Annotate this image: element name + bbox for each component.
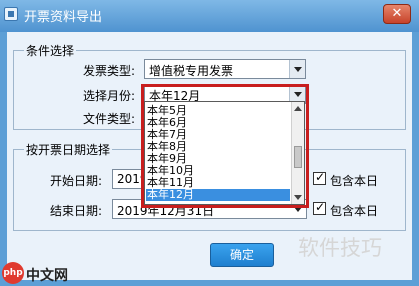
file-type-label: 文件类型: xyxy=(83,112,136,126)
end-date-label: 结束日期: xyxy=(50,204,103,218)
include-today-checkbox-end[interactable] xyxy=(313,200,326,215)
start-date-label: 开始日期: xyxy=(50,174,103,188)
invoice-type-value: 增值税专用发票 xyxy=(149,64,234,78)
chevron-down-icon[interactable] xyxy=(289,60,305,78)
site-logo-text: 中文网 xyxy=(26,268,68,284)
month-label: 选择月份: xyxy=(83,89,136,103)
annotation-highlight xyxy=(141,84,309,208)
title-bar: 开票资料导出 ✕ xyxy=(0,0,419,32)
window-title: 开票资料导出 xyxy=(24,10,103,25)
include-today-label-start: 包含本日 xyxy=(330,174,379,188)
include-today-label-end: 包含本日 xyxy=(330,204,379,218)
condition-group-legend: 条件选择 xyxy=(24,42,77,59)
date-group-legend: 按开票日期选择 xyxy=(24,141,113,158)
invoice-type-label: 发票类型: xyxy=(83,64,136,78)
php-logo-icon: php xyxy=(2,262,24,284)
invoice-type-select[interactable]: 增值税专用发票 xyxy=(144,59,306,79)
include-today-checkbox-start[interactable] xyxy=(313,170,326,185)
watermark-text: 软件技巧 xyxy=(298,236,382,260)
ok-button[interactable]: 确定 xyxy=(210,243,274,267)
close-button[interactable]: ✕ xyxy=(383,4,411,24)
site-logo: php 中文网 xyxy=(2,262,68,284)
app-icon xyxy=(4,7,18,21)
